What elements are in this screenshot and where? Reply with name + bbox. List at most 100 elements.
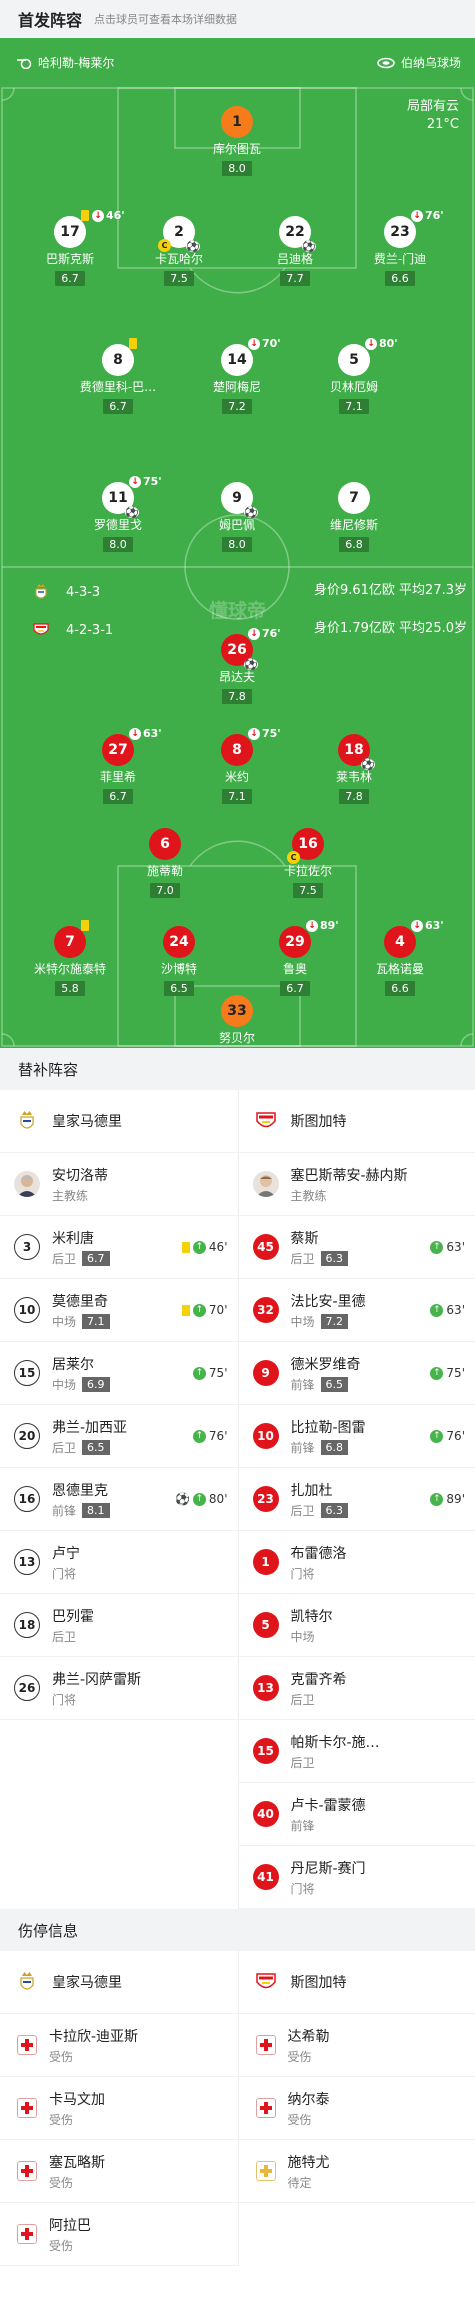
away-coach-avatar xyxy=(252,1171,279,1197)
sub-player-row[interactable]: 16 恩德里克 前锋 8.1 ⚽ ↑ 80' xyxy=(0,1468,238,1531)
away-team-value: 身价1.79亿欧 xyxy=(313,621,395,636)
home-player[interactable]: 2 C ⚽ 卡瓦哈尔 7.5 xyxy=(119,216,239,286)
player-number: 7 xyxy=(349,490,359,506)
sub-player-row[interactable]: 1 布雷德洛 门将 xyxy=(238,1531,475,1594)
sub-player-row[interactable]: 13 克雷齐希 后卫 xyxy=(238,1657,475,1720)
away-player[interactable]: 16 C 卡拉佐尔 7.5 xyxy=(248,828,368,898)
sub-player-row[interactable]: 41 丹尼斯-赛门 门将 xyxy=(238,1846,475,1909)
sub-player-meta: 后卫 6.5 xyxy=(52,1439,193,1456)
home-player[interactable]: 9 ⚽ 姆巴佩 8.0 xyxy=(177,482,297,552)
sub-player-row[interactable]: 20 弗兰-加西亚 后卫 6.5 ↑ 76' xyxy=(0,1405,238,1468)
sub-player-row[interactable]: 9 德米罗维奇 前锋 6.5 ↑ 75' xyxy=(238,1342,475,1405)
sub-in-minute: 75' xyxy=(446,1366,465,1380)
sub-player-name: 卢宁 xyxy=(52,1545,80,1562)
sub-player-row[interactable]: 40 卢卡-雷蒙德 前锋 xyxy=(238,1783,475,1846)
sub-player-row[interactable]: 10 莫德里奇 中场 7.1 ↑ 70' xyxy=(0,1279,238,1342)
sub-player-info: 居莱尔 中场 6.9 xyxy=(52,1354,193,1393)
sub-player-info: 卢卡-雷蒙德 前锋 xyxy=(291,1795,466,1834)
home-player[interactable]: 11 ↓ 75' ⚽ 罗德里戈 8.0 xyxy=(58,475,178,552)
away-formation: 4-2-3-1 xyxy=(66,622,114,638)
sub-in-icon: ↑ xyxy=(192,1240,206,1254)
player-rating: 6.7 xyxy=(280,981,310,996)
sub-player-meta: 中场 xyxy=(291,1628,466,1645)
home-player[interactable]: 17 ↓ 46' 巴斯克斯 6.7 xyxy=(10,209,130,286)
injury-status: 受伤 xyxy=(49,2049,74,2064)
sub-player-row[interactable]: 10 比拉勒-图雷 前锋 6.8 ↑ 76' xyxy=(238,1405,475,1468)
injury-row[interactable]: 塞瓦略斯 受伤 xyxy=(0,2140,238,2203)
sub-player-row[interactable]: 15 居莱尔 中场 6.9 ↑ 75' xyxy=(0,1342,238,1405)
away-player[interactable]: 26 ↓ 76' ⚽ 昂达夫 7.8 xyxy=(177,627,297,704)
away-player[interactable]: 6 施蒂勒 7.0 xyxy=(105,828,225,898)
sub-player-row[interactable]: 15 帕斯卡尔-施… 后卫 xyxy=(238,1720,475,1783)
injury-row[interactable]: 卡拉欣-迪亚斯 受伤 xyxy=(0,2014,238,2077)
away-player[interactable]: 33努贝尔5.9 xyxy=(177,995,297,1048)
away-player[interactable]: 18 ⚽ 莱韦林 7.8 xyxy=(294,734,414,804)
player-name: 维尼修斯 xyxy=(329,518,378,532)
sub-player-row[interactable]: 32 法比安-里德 中场 7.2 ↑ 63' xyxy=(238,1279,475,1342)
home-player[interactable]: 22 ⚽ 吕迪格 7.7 xyxy=(235,216,355,286)
sub-in-icon: ↑ xyxy=(192,1492,206,1506)
player-name: 施蒂勒 xyxy=(146,864,183,878)
sub-out-marker: ↓ 76' xyxy=(248,627,281,640)
sub-player-info: 凯特尔 中场 xyxy=(291,1606,466,1645)
medical-cross-icon xyxy=(255,2098,276,2118)
injury-section-title: 伤停信息 xyxy=(18,1921,79,1940)
sub-player-position: 后卫 xyxy=(52,1251,77,1266)
sub-player-row[interactable]: 5 凯特尔 中场 xyxy=(238,1594,475,1657)
injury-away-column: 斯图加特 达希勒 受伤 纳尔泰 受伤 施特尤 待定 xyxy=(237,1951,475,2266)
injury-row[interactable]: 卡马文加 受伤 xyxy=(0,2077,238,2140)
yellow-card-icon xyxy=(181,1304,190,1316)
home-coach-row[interactable]: 安切洛蒂 主教练 xyxy=(0,1153,238,1216)
home-player[interactable]: 7 维尼修斯 6.8 xyxy=(294,482,414,552)
sub-player-info: 弗兰-加西亚 后卫 6.5 xyxy=(52,1417,193,1456)
player-number-badge: 4 ↓ 63' xyxy=(384,919,444,958)
home-team-avg-age: 平均27.3岁 xyxy=(399,583,467,598)
away-player[interactable]: 29 ↓ 89' 鲁奥 6.7 xyxy=(235,919,355,996)
player-number: 23 xyxy=(390,224,410,240)
player-rating: 5.8 xyxy=(55,981,85,996)
home-player[interactable]: 5 ↓ 80' 贝林厄姆 7.1 xyxy=(294,337,414,414)
player-number-badge: 7 xyxy=(338,482,370,514)
away-player[interactable]: 7 米特尔施泰特 5.8 xyxy=(10,920,130,996)
away-player[interactable]: 8 ↓ 75' 米约 7.1 xyxy=(177,727,297,804)
football-icon: ⚽ xyxy=(244,658,258,671)
away-player[interactable]: 27 ↓ 63' 菲里希 6.7 xyxy=(58,727,178,804)
sub-player-meta: 门将 xyxy=(52,1565,228,1582)
away-coach-row[interactable]: 塞巴斯蒂安-赫内斯 主教练 xyxy=(238,1153,475,1216)
sub-events: ↑ 76' xyxy=(430,1429,465,1443)
sub-player-row[interactable]: 23 扎加杜 后卫 6.3 ↑ 89' xyxy=(238,1468,475,1531)
home-player[interactable]: 8 费德里科-巴… 6.7 xyxy=(58,338,178,414)
sub-player-row[interactable]: 3 米利唐 后卫 6.7 ↑ 46' xyxy=(0,1216,238,1279)
home-player[interactable]: 23 ↓ 76' 费兰-门迪 6.6 xyxy=(340,209,460,286)
sub-player-info: 法比安-里德 中场 7.2 xyxy=(291,1291,431,1330)
sub-player-row[interactable]: 45 蔡斯 后卫 6.3 ↑ 63' xyxy=(238,1216,475,1279)
player-name: 努贝尔 xyxy=(218,1031,255,1045)
away-player[interactable]: 4 ↓ 63' 瓦格诺曼 6.6 xyxy=(340,919,460,996)
home-player[interactable]: 1 库尔图瓦 8.0 xyxy=(177,106,297,176)
sub-player-rating: 8.1 xyxy=(82,1502,110,1518)
sub-number-badge: 18 xyxy=(14,1612,40,1638)
sub-out-minute: 75' xyxy=(262,727,281,740)
injury-row[interactable]: 阿拉巴 受伤 xyxy=(0,2203,238,2266)
injury-status: 受伤 xyxy=(287,2049,312,2064)
sub-player-row[interactable]: 13 卢宁 门将 xyxy=(0,1531,238,1594)
doubtful-icon xyxy=(255,2161,276,2181)
injury-row[interactable]: 施特尤 待定 xyxy=(238,2140,475,2203)
stuttgart-crest-icon xyxy=(253,1969,279,1995)
sub-player-row[interactable]: 18 巴列霍 后卫 xyxy=(0,1594,238,1657)
sub-player-name: 卢卡-雷蒙德 xyxy=(290,1797,366,1814)
sub-player-position: 中场 xyxy=(290,1629,315,1644)
sub-events: ⚽ ↑ 80' xyxy=(175,1492,228,1506)
player-number: 6 xyxy=(160,836,170,852)
injury-row[interactable]: 达希勒 受伤 xyxy=(238,2014,475,2077)
home-player[interactable]: 14 ↓ 70' 楚阿梅尼 7.2 xyxy=(177,337,297,414)
sub-out-icon: ↓ xyxy=(411,209,423,222)
player-number: 33 xyxy=(227,1003,247,1019)
sub-out-marker: ↓ 63' xyxy=(411,919,444,932)
sub-player-row[interactable]: 26 弗兰-冈萨雷斯 门将 xyxy=(0,1657,238,1720)
injury-away-team-name: 斯图加特 xyxy=(290,1975,347,1991)
injury-row[interactable]: 纳尔泰 受伤 xyxy=(238,2077,475,2140)
away-player[interactable]: 24 沙博特 6.5 xyxy=(119,926,239,996)
sub-out-icon: ↓ xyxy=(365,337,377,350)
sub-number-badge: 5 xyxy=(252,1612,279,1638)
